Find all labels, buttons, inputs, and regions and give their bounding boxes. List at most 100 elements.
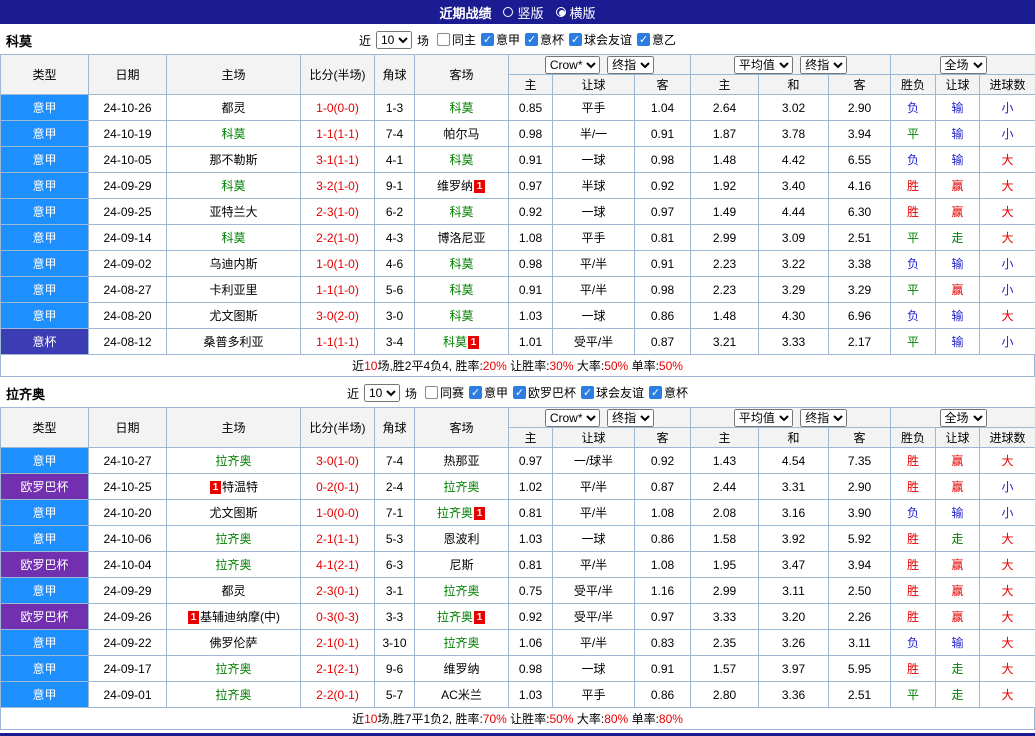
checkbox-icon[interactable] [649,386,662,399]
handicap-cell: 一/球半 [553,448,635,474]
radio-icon[interactable] [556,7,566,17]
checkbox-icon[interactable] [581,386,594,399]
team-name-link[interactable]: 科莫 [221,179,245,193]
team-name-link[interactable]: 拉齐奥 [215,532,251,546]
team-name-link[interactable]: 拉齐奥 [215,688,251,702]
goals-cell: 小 [980,251,1035,277]
away-odds-cell: 0.91 [635,121,691,147]
odds-time-select[interactable]: 终指 [607,56,654,74]
team-name-link[interactable]: 桑普多利亚 [203,335,263,349]
league-filter-checkbox[interactable]: 欧罗巴杯 [513,384,576,401]
team-name-link[interactable]: 卡利亚里 [209,283,257,297]
team-name-link[interactable]: AC米兰 [441,688,482,702]
team-name-link[interactable]: 拉齐奥 [443,584,479,598]
checkbox-icon[interactable] [525,33,538,46]
team-name-link[interactable]: 帕尔马 [443,127,479,141]
team-name-link[interactable]: 都灵 [221,584,245,598]
league-cell: 意甲 [1,95,89,121]
team-name-link[interactable]: 拉齐奥 [215,558,251,572]
col-date: 日期 [89,55,167,95]
corner-cell: 7-4 [375,448,415,474]
team-name-link[interactable]: 乌迪内斯 [209,257,257,271]
avg-draw-cell: 3.20 [759,604,829,630]
team-name-link[interactable]: 博洛尼亚 [437,231,485,245]
team-name-link[interactable]: 拉齐奥 [443,636,479,650]
checkbox-icon[interactable] [425,386,438,399]
summary-line: 近10场,胜7平1负2, 胜率:70% 让胜率:50% 大率:80% 单率:80… [0,708,1035,730]
average-time-select[interactable]: 终指 [800,56,847,74]
avg-home-cell: 1.95 [691,552,759,578]
league-filter-checkbox[interactable]: 意乙 [637,31,676,48]
odds-time-select[interactable]: 终指 [607,409,654,427]
team-name-link[interactable]: 那不勒斯 [209,153,257,167]
team-name-link[interactable]: 尤文图斯 [209,309,257,323]
radio-horizontal-layout[interactable]: 横版 [556,3,596,22]
league-filter-checkbox[interactable]: 意杯 [525,31,564,48]
team-name-link[interactable]: 特温特 [222,480,258,494]
summary-segment: 让胜率: [507,357,550,374]
home-team-cell: 科莫 [167,225,301,251]
league-filter-checkbox[interactable]: 意甲 [469,384,508,401]
avg-home-cell: 1.92 [691,173,759,199]
team-name-link[interactable]: 科莫 [449,205,473,219]
team-name-link[interactable]: 热那亚 [443,454,479,468]
team-name-link[interactable]: 都灵 [221,101,245,115]
team-name-link[interactable]: 拉齐奥 [437,610,473,624]
team-name-link[interactable]: 拉齐奥 [215,662,251,676]
team-name-link[interactable]: 科莫 [443,335,467,349]
team-name-link[interactable]: 科莫 [449,153,473,167]
team-name-link[interactable]: 尼斯 [449,558,473,572]
team-name-link[interactable]: 拉齐奥 [437,506,473,520]
league-filter-checkbox[interactable]: 球会友谊 [581,384,644,401]
result-cell: 胜 [891,173,936,199]
corner-cell: 4-6 [375,251,415,277]
scope-select[interactable]: 全场 [940,56,987,74]
bookmaker-select[interactable]: Crow* [545,409,600,427]
red-card-badge: 1 [210,481,221,494]
radio-icon[interactable] [503,7,513,17]
checkbox-icon[interactable] [569,33,582,46]
avg-draw-cell: 3.78 [759,121,829,147]
result-cell: 胜 [891,552,936,578]
team-name-link[interactable]: 科莫 [449,101,473,115]
team-name-link[interactable]: 维罗纳 [443,662,479,676]
checkbox-icon[interactable] [437,33,450,46]
radio-vertical-layout[interactable]: 竖版 [503,3,543,22]
result-cell: 平 [891,121,936,147]
league-filter-checkbox[interactable]: 意杯 [649,384,688,401]
scope-select[interactable]: 全场 [940,409,987,427]
away-team-cell: 热那亚 [415,448,509,474]
team-name-link[interactable]: 基辅迪纳摩(中) [200,610,280,624]
team-name-link[interactable]: 拉齐奥 [215,454,251,468]
checkbox-icon[interactable] [513,386,526,399]
checkbox-icon[interactable] [481,33,494,46]
team-name-link[interactable]: 恩波利 [443,532,479,546]
average-time-select[interactable]: 终指 [800,409,847,427]
team-name-link[interactable]: 科莫 [221,127,245,141]
match-count-select[interactable]: 10 [376,31,412,49]
team-name-link[interactable]: 亚特兰大 [209,205,257,219]
team-name-link[interactable]: 科莫 [221,231,245,245]
team-name-link[interactable]: 科莫 [449,257,473,271]
games-label: 场 [405,385,417,402]
match-count-select[interactable]: 10 [364,384,400,402]
average-select[interactable]: 平均值 [734,409,793,427]
handicap-cell: 平手 [553,95,635,121]
avg-home-cell: 3.33 [691,604,759,630]
average-select[interactable]: 平均值 [734,56,793,74]
subcol-handicap-result: 让球 [936,428,980,448]
league-filter-checkbox[interactable]: 同主 [437,31,476,48]
checkbox-icon[interactable] [469,386,482,399]
league-filter-checkbox[interactable]: 同赛 [425,384,464,401]
team-name-link[interactable]: 拉齐奥 [443,480,479,494]
team-name-link[interactable]: 科莫 [449,283,473,297]
team-name-link[interactable]: 佛罗伦萨 [209,636,257,650]
team-name-link[interactable]: 科莫 [449,309,473,323]
team-name-link[interactable]: 维罗纳 [437,179,473,193]
team-name-link[interactable]: 尤文图斯 [209,506,257,520]
league-filter-checkbox[interactable]: 意甲 [481,31,520,48]
handicap-result-cell: 输 [936,329,980,355]
league-filter-checkbox[interactable]: 球会友谊 [569,31,632,48]
checkbox-icon[interactable] [637,33,650,46]
bookmaker-select[interactable]: Crow* [545,56,600,74]
